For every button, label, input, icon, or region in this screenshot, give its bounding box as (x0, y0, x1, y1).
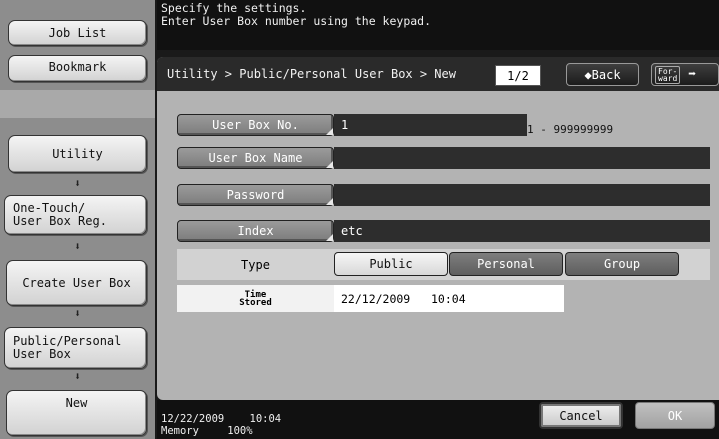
user-box-no-button[interactable]: User Box No. (177, 114, 334, 136)
type-row: Type Public Personal Group (177, 249, 710, 280)
type-public-button[interactable]: Public (334, 252, 448, 276)
down-arrow-icon: ⬇ (74, 240, 81, 253)
crumb-new[interactable]: New (6, 390, 147, 436)
user-box-name-button[interactable]: User Box Name (177, 147, 334, 169)
forward-label: For- ward (655, 65, 681, 84)
memory-label: Memory (161, 425, 199, 437)
status-datetime: 12/22/2009 10:04 (161, 413, 282, 425)
password-button[interactable]: Password (177, 184, 334, 206)
forward-button[interactable]: For- ward ➡ (651, 63, 719, 86)
settings-panel: Utility > Public/Personal User Box > New… (157, 57, 719, 400)
status-memory: Memory 100% (161, 425, 281, 437)
crumb-create-user-box[interactable]: Create User Box (6, 260, 147, 306)
message-line-2: Enter User Box number using the keypad. (161, 14, 432, 28)
memory-value: 100% (227, 425, 253, 437)
status-area: 12/22/2009 10:04 Memory 100% (161, 413, 281, 437)
down-arrow-icon: ⬇ (74, 177, 81, 190)
time-stored-value: 22/12/2009 10:04 (334, 285, 564, 312)
index-field[interactable]: etc (334, 220, 710, 242)
time-stored-label-line2: Stored (239, 297, 272, 308)
crumb-utility[interactable]: Utility (8, 135, 147, 173)
cancel-button[interactable]: Cancel (539, 402, 623, 429)
breadcrumb: Utility > Public/Personal User Box > New (167, 67, 456, 81)
crumb-one-touch-user-box-reg[interactable]: One-Touch/ User Box Reg. (4, 195, 147, 235)
type-personal-button[interactable]: Personal (449, 252, 563, 276)
down-arrow-icon: ⬇ (74, 370, 81, 383)
user-box-no-range: 1 - 999999999 (527, 123, 614, 136)
type-label: Type (241, 257, 270, 272)
back-button[interactable]: ◆Back (566, 63, 639, 86)
nav-divider (0, 90, 155, 118)
bookmark-button[interactable]: Bookmark (8, 55, 147, 82)
password-field[interactable] (334, 184, 710, 206)
message-area: Specify the settings. Enter User Box num… (157, 0, 719, 50)
crumb-public-personal-user-box[interactable]: Public/Personal User Box (4, 327, 147, 369)
type-group-button[interactable]: Group (565, 252, 679, 276)
time-stored-label: Time Stored (177, 285, 334, 312)
job-list-button[interactable]: Job List (8, 20, 147, 46)
down-arrow-icon: ⬇ (74, 307, 81, 320)
forward-arrow-icon: ➡ (688, 67, 697, 82)
ok-button[interactable]: OK (635, 402, 715, 429)
index-button[interactable]: Index (177, 220, 334, 242)
page-indicator: 1/2 (495, 65, 541, 86)
left-navigation: Job List Bookmark Utility ⬇ One-Touch/ U… (0, 0, 155, 439)
user-box-no-field[interactable]: 1 (334, 114, 527, 136)
user-box-name-field[interactable] (334, 147, 710, 169)
footer-bar: 12/22/2009 10:04 Memory 100% Cancel OK (157, 400, 719, 439)
